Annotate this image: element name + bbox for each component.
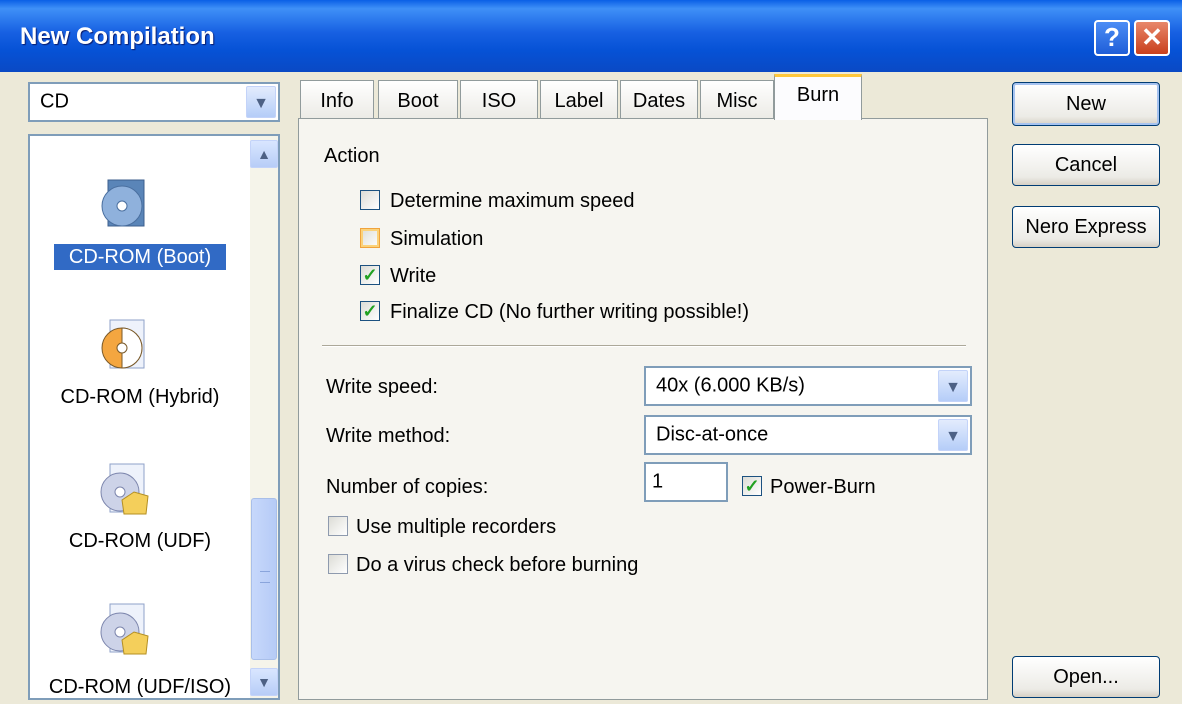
cancel-button[interactable]: Cancel (1012, 144, 1160, 186)
tab-dates[interactable]: Dates (620, 80, 698, 118)
scroll-down-button[interactable]: ▼ (250, 668, 278, 696)
media-type-value: CD (40, 90, 69, 113)
separator (322, 345, 966, 347)
checkbox-box[interactable] (328, 516, 348, 536)
tab-misc[interactable]: Misc (700, 80, 774, 118)
checkbox-box[interactable] (328, 554, 348, 574)
help-button[interactable]: ? (1094, 20, 1130, 56)
list-item-cd-rom-udf[interactable]: CD-ROM (UDF) (30, 426, 250, 570)
scroll-thumb[interactable] (251, 498, 277, 660)
tab-info[interactable]: Info (300, 80, 374, 118)
checkbox-label: Determine maximum speed (390, 190, 635, 212)
checkbox-box[interactable] (360, 228, 380, 248)
checkbox-box[interactable]: ✓ (742, 476, 762, 496)
chevron-down-icon[interactable]: ▼ (938, 419, 968, 451)
checkbox-box[interactable]: ✓ (360, 265, 380, 285)
cd-udf-iso-icon (100, 603, 149, 655)
list-item-cd-rom-hybrid[interactable]: CD-ROM (Hybrid) (30, 286, 250, 426)
compilation-type-list[interactable]: CD-ROM (Boot) CD-ROM (Hybrid) CD-ROM (UD… (28, 134, 280, 700)
list-item-label: CD-ROM (Boot) (54, 244, 226, 270)
chevron-up-icon: ▲ (257, 146, 271, 162)
copies-input[interactable]: 1 (644, 462, 728, 502)
list-scrollbar[interactable]: ▲ ▼ (250, 136, 278, 698)
copies-label: Number of copies: (326, 476, 489, 498)
write-method-select[interactable]: Disc-at-once ▼ (644, 415, 972, 455)
title-bar[interactable]: New Compilation ? ✕ (0, 0, 1182, 72)
media-type-select[interactable]: CD ▼ (28, 82, 280, 122)
write-speed-label: Write speed: (326, 376, 438, 398)
close-button[interactable]: ✕ (1134, 20, 1170, 56)
new-button[interactable]: New (1012, 82, 1160, 126)
write-method-label: Write method: (326, 425, 451, 447)
write-speed-select[interactable]: 40x (6.000 KB/s) ▼ (644, 366, 972, 406)
checkbox-box[interactable] (360, 190, 380, 210)
list-item-cd-rom-udf-iso[interactable]: CD-ROM (UDF/ISO) (30, 570, 250, 698)
checkbox-label: Use multiple recorders (356, 516, 557, 538)
action-group-label: Action (324, 145, 380, 167)
checkbox-label: Power-Burn (770, 476, 876, 498)
tab-label[interactable]: Label (540, 80, 618, 118)
close-icon: ✕ (1141, 22, 1163, 52)
new-compilation-dialog: New Compilation ? ✕ CD ▼ CD-ROM (Boot) C… (0, 0, 1182, 704)
checkbox-label: Do a virus check before burning (356, 554, 639, 576)
list-item-label: CD-ROM (Hybrid) (60, 386, 220, 408)
write-method-value: Disc-at-once (656, 423, 769, 446)
checkbox-box[interactable]: ✓ (360, 301, 380, 321)
chevron-down-icon[interactable]: ▼ (246, 86, 276, 118)
chevron-down-icon[interactable]: ▼ (938, 370, 968, 402)
write-speed-value: 40x (6.000 KB/s) (656, 374, 805, 397)
help-icon: ? (1104, 22, 1120, 52)
tab-iso[interactable]: ISO (460, 80, 538, 118)
checkbox-label: Write (390, 265, 437, 287)
copies-value: 1 (652, 470, 664, 493)
tab-boot[interactable]: Boot (378, 80, 458, 118)
window-title: New Compilation (20, 23, 215, 50)
cd-udf-icon (100, 463, 149, 515)
grip-icon (260, 571, 270, 583)
cd-boot-icon (101, 179, 145, 227)
cd-hybrid-icon (101, 319, 145, 369)
scroll-up-button[interactable]: ▲ (250, 140, 278, 168)
checkbox-label: Finalize CD (No further writing possible… (390, 301, 750, 323)
nero-express-button[interactable]: Nero Express (1012, 206, 1160, 248)
chevron-down-icon: ▼ (257, 674, 271, 690)
list-item-label: CD-ROM (UDF) (68, 530, 212, 552)
tab-burn[interactable]: Burn (774, 74, 862, 120)
checkbox-label: Simulation (390, 228, 484, 250)
list-item-cd-rom-boot[interactable]: CD-ROM (Boot) (30, 136, 250, 286)
list-item-label: CD-ROM (UDF/ISO) (48, 676, 232, 698)
open-button[interactable]: Open... (1012, 656, 1160, 698)
